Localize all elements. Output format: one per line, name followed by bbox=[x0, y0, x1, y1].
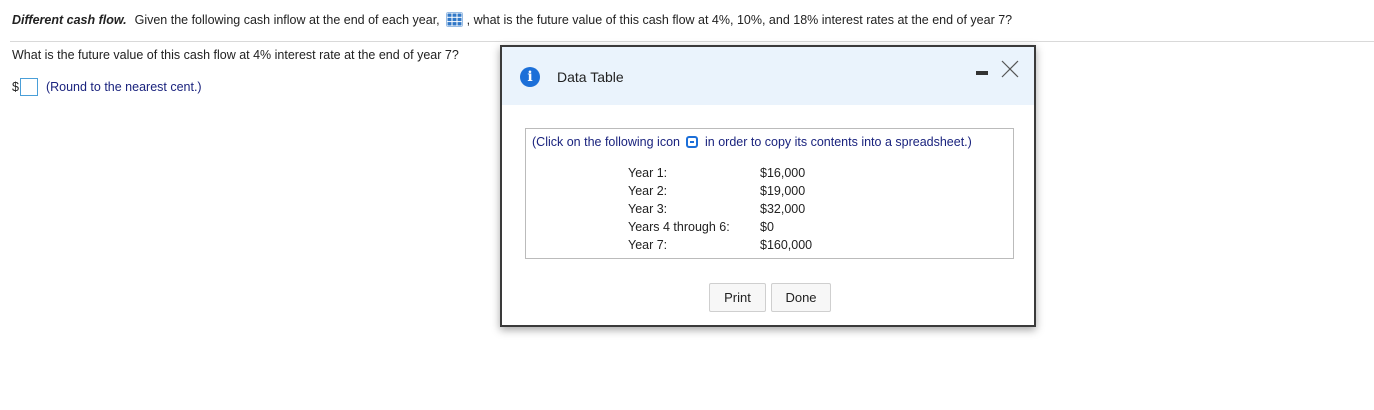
divider bbox=[10, 41, 1374, 42]
close-icon[interactable] bbox=[1000, 59, 1020, 79]
row-label: Year 3: bbox=[628, 202, 668, 216]
sub-question: What is the future value of this cash fl… bbox=[12, 48, 459, 62]
dialog-header: i Data Table bbox=[502, 47, 1034, 105]
answer-input[interactable] bbox=[19, 78, 38, 96]
row-value: $19,000 bbox=[760, 184, 806, 198]
data-table-frame: (Click on the following icon in order to… bbox=[525, 128, 1014, 259]
copy-spreadsheet-icon[interactable] bbox=[686, 136, 698, 148]
question-text-after: , what is the future value of this cash … bbox=[466, 12, 1013, 27]
data-table-dialog: i Data Table (Click on the following ico… bbox=[500, 45, 1036, 327]
row-value: $16,000 bbox=[760, 166, 806, 180]
row-value: $0 bbox=[760, 220, 774, 234]
row-value: $32,000 bbox=[760, 202, 806, 216]
rounding-hint: (Round to the nearest cent.) bbox=[45, 80, 202, 94]
copy-note-before: (Click on the following icon bbox=[532, 135, 680, 149]
row-label: Year 2: bbox=[628, 184, 668, 198]
table-row: Year 7: $160,000 bbox=[628, 238, 840, 256]
table-row: Year 2: $19,000 bbox=[628, 184, 840, 202]
question-title: Different cash flow. bbox=[12, 12, 127, 27]
copy-note: (Click on the following icon in order to… bbox=[532, 135, 972, 149]
cash-flow-table: Year 1: $16,000 Year 2: $19,000 Year 3: … bbox=[628, 166, 840, 256]
question-text-before: Given the following cash inflow at the e… bbox=[134, 12, 440, 27]
answer-row: $ (Round to the nearest cent.) bbox=[12, 78, 202, 96]
table-row: Year 3: $32,000 bbox=[628, 202, 840, 220]
table-row: Year 1: $16,000 bbox=[628, 166, 840, 184]
done-button[interactable]: Done bbox=[771, 283, 831, 312]
currency-symbol: $ bbox=[12, 80, 19, 94]
dialog-title: Data Table bbox=[557, 69, 624, 85]
copy-note-after: in order to copy its contents into a spr… bbox=[705, 135, 972, 149]
question-text: Different cash flow. Given the following… bbox=[12, 12, 1012, 27]
table-row: Years 4 through 6: $0 bbox=[628, 220, 840, 238]
print-button[interactable]: Print bbox=[709, 283, 766, 312]
row-label: Years 4 through 6: bbox=[628, 220, 730, 234]
minimize-icon[interactable] bbox=[976, 71, 988, 75]
table-grid-icon[interactable] bbox=[445, 12, 463, 27]
row-label: Year 1: bbox=[628, 166, 668, 180]
row-label: Year 7: bbox=[628, 238, 668, 252]
row-value: $160,000 bbox=[760, 238, 813, 252]
info-icon: i bbox=[520, 67, 540, 87]
